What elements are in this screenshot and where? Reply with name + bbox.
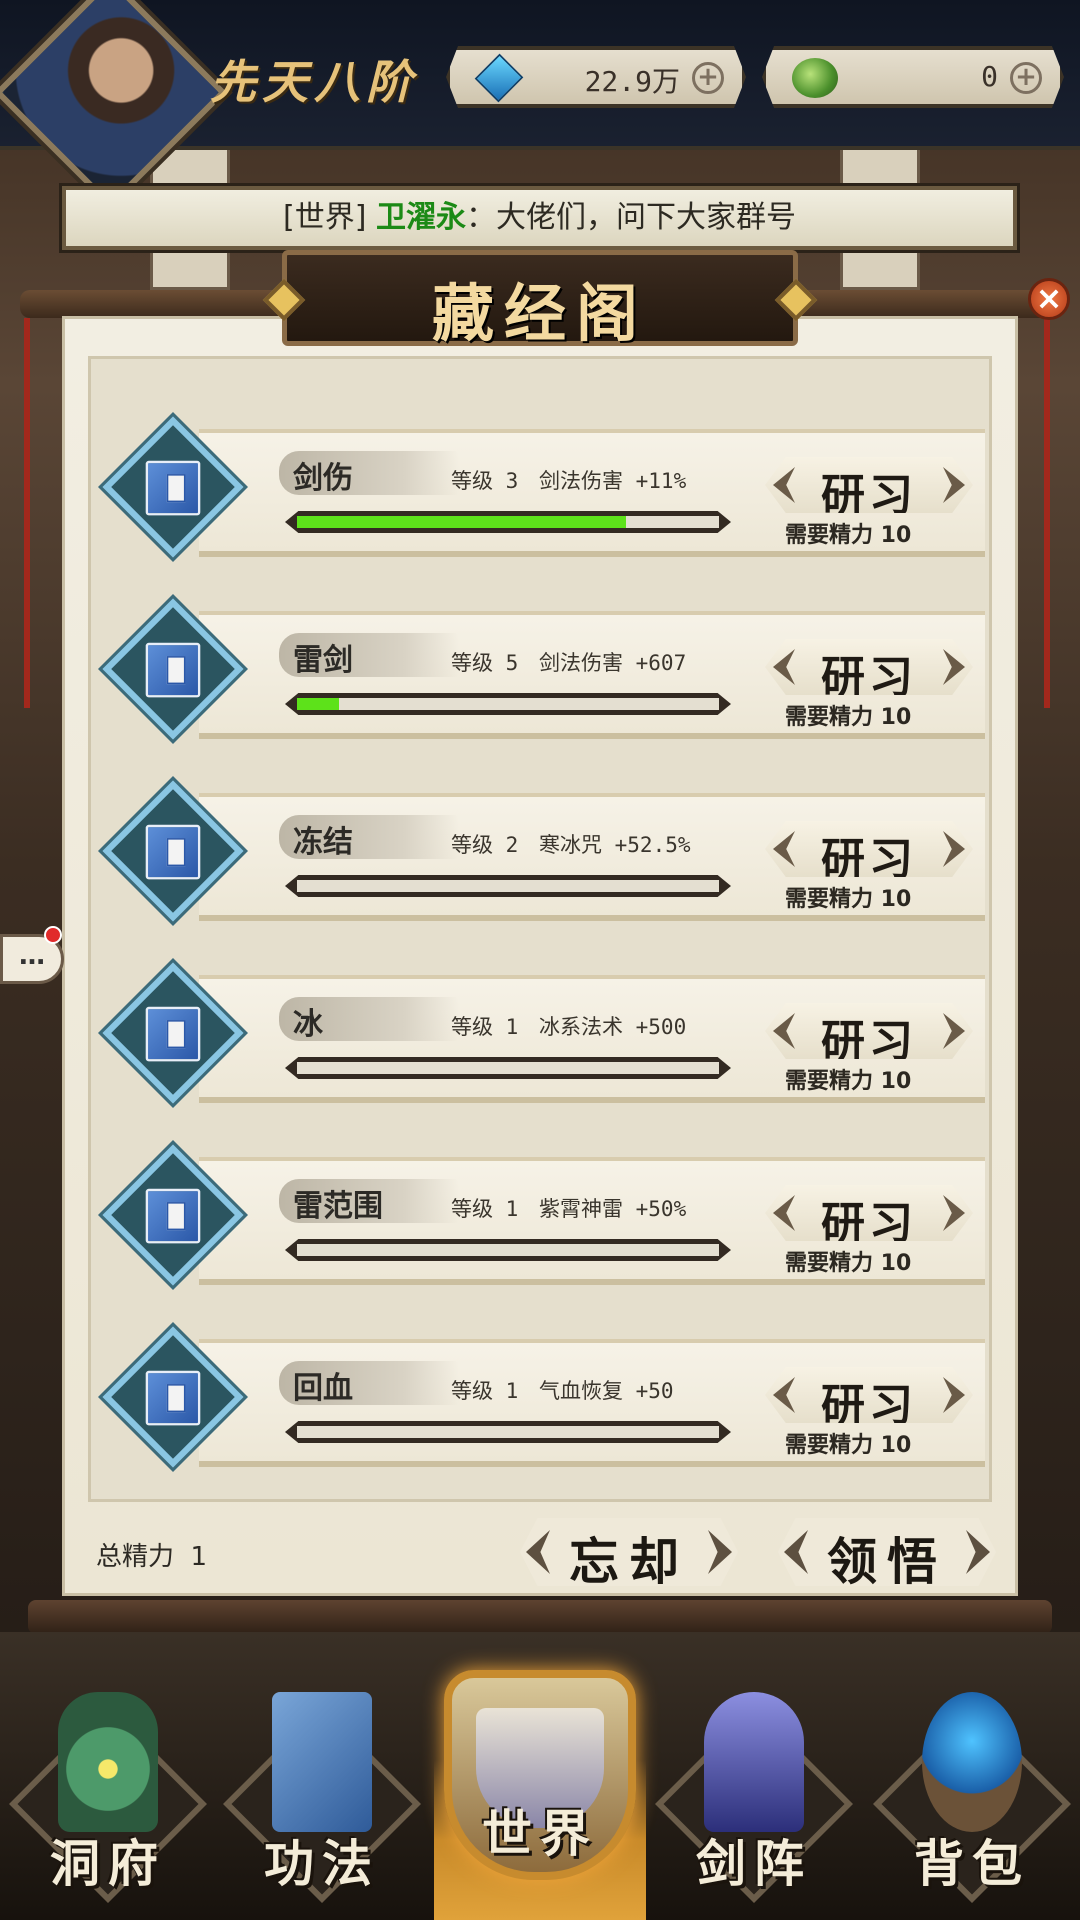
total-energy: 总精力 1 [96,1542,208,1572]
skill-progress-bar [285,511,731,533]
skill-level: 等级 1 [451,1015,519,1039]
skill-effect: 气血恢复 +50 [539,1379,674,1403]
skill-level: 等级 1 [451,1379,519,1403]
nav-item-skills[interactable]: 功法 [222,1672,422,1912]
comprehend-button[interactable]: 领悟 [778,1518,996,1586]
energy-cost: 需要精力 10 [785,1251,912,1276]
tassel-right [1044,318,1050,708]
skill-row: 剑伤 等级 3 剑法伤害 +11% 研习 需要精力 10 [102,416,985,558]
scroll-bottom-rod [28,1600,1052,1634]
energy-cost: 需要精力 10 [785,705,912,730]
skill-name: 雷剑 [293,643,353,678]
chat-message: 大佬们，问下大家群号 [495,200,796,235]
nav-item-sword-array[interactable]: 剑阵 [654,1672,854,1912]
panel-title-plate: 藏经阁 [262,250,818,350]
skill-effect: 寒冰咒 +52.5% [539,833,691,857]
skill-name: 回血 [293,1371,353,1406]
energy-cost: 需要精力 10 [785,887,912,912]
skill-name: 剑伤 [293,461,353,496]
skill-progress-bar [285,1421,731,1443]
skill-row: 雷剑 等级 5 剑法伤害 +607 研习 需要精力 10 [102,598,985,740]
notification-dot [44,926,62,944]
study-button[interactable]: 研习 [765,1003,973,1059]
skill-effect: 剑法伤害 +607 [539,651,687,675]
skill-list[interactable]: 剑伤 等级 3 剑法伤害 +11% 研习 需要精力 10 雷剑 等级 5 剑法伤… [88,356,992,1502]
study-button[interactable]: 研习 [765,639,973,695]
close-button[interactable]: × [1028,278,1070,320]
forget-button[interactable]: 忘却 [520,1518,738,1586]
energy-cost: 需要精力 10 [785,1069,912,1094]
study-button[interactable]: 研习 [765,1185,973,1241]
study-button[interactable]: 研习 [765,821,973,877]
chat-channel: [世界] [283,200,367,235]
panel-title: 藏经阁 [431,277,648,350]
nav-item-cave[interactable]: 洞府 [8,1672,208,1912]
skill-effect: 紫霄神雷 +50% [539,1197,687,1221]
gem-currency: 22.9万 + [446,46,746,108]
skill-level: 等级 3 [451,469,519,493]
add-gem-button[interactable]: + [692,62,724,94]
jade-currency: 0 + [762,46,1064,108]
skill-level: 等级 5 [451,651,519,675]
scripture-book-icon [272,1692,372,1832]
skill-row: 回血 等级 1 气血恢复 +50 研习 需要精力 10 [102,1326,985,1468]
nav-label: 世界 [482,1804,598,1863]
skill-row: 雷范围 等级 1 紫霄神雷 +50% 研习 需要精力 10 [102,1144,985,1286]
jade-icon [792,58,838,98]
chat-separator: ： [465,200,496,235]
energy-cost: 需要精力 10 [785,1433,912,1458]
skill-name: 雷范围 [293,1189,383,1224]
skill-progress-bar [285,1239,731,1261]
skill-effect: 剑法伤害 +11% [539,469,687,493]
chat-sender: 卫濯永 [375,200,466,235]
blue-gem-icon [474,53,524,103]
gem-amount: 22.9万 [584,65,680,98]
world-chat-banner[interactable]: [世界] 卫濯永：大佬们，问下大家群号 [62,186,1017,250]
nav-item-backpack[interactable]: 背包 [872,1672,1072,1912]
skill-progress-bar [285,875,731,897]
cultivation-rank: 先天八阶 [210,55,418,109]
skill-row: 冻结 等级 2 寒冰咒 +52.5% 研习 需要精力 10 [102,780,985,922]
nav-label: 背包 [914,1834,1030,1893]
skill-level: 等级 2 [451,833,519,857]
nav-label: 功法 [264,1834,380,1893]
study-button[interactable]: 研习 [765,1367,973,1423]
jade-amount: 0 [981,60,998,93]
skill-progress-bar [285,693,731,715]
tassel-left [24,318,30,708]
sword-array-icon [704,1692,804,1832]
energy-cost: 需要精力 10 [785,523,912,548]
skill-row: 冰 等级 1 冰系法术 +500 研习 需要精力 10 [102,962,985,1104]
add-jade-button[interactable]: + [1010,62,1042,94]
skill-level: 等级 1 [451,1197,519,1221]
top-bar: 先天八阶 22.9万 + 0 + [0,0,1080,215]
skill-name: 冻结 [293,825,353,860]
nav-item-world[interactable]: 世界 [444,1670,636,1880]
study-button[interactable]: 研习 [765,457,973,513]
nav-label: 洞府 [50,1834,166,1893]
skill-name: 冰 [293,1007,323,1042]
nav-label: 剑阵 [696,1834,812,1893]
skill-effect: 冰系法术 +500 [539,1015,687,1039]
cave-guardian-icon [58,1692,158,1832]
skill-progress-bar [285,1057,731,1079]
backpack-icon [922,1692,1022,1832]
